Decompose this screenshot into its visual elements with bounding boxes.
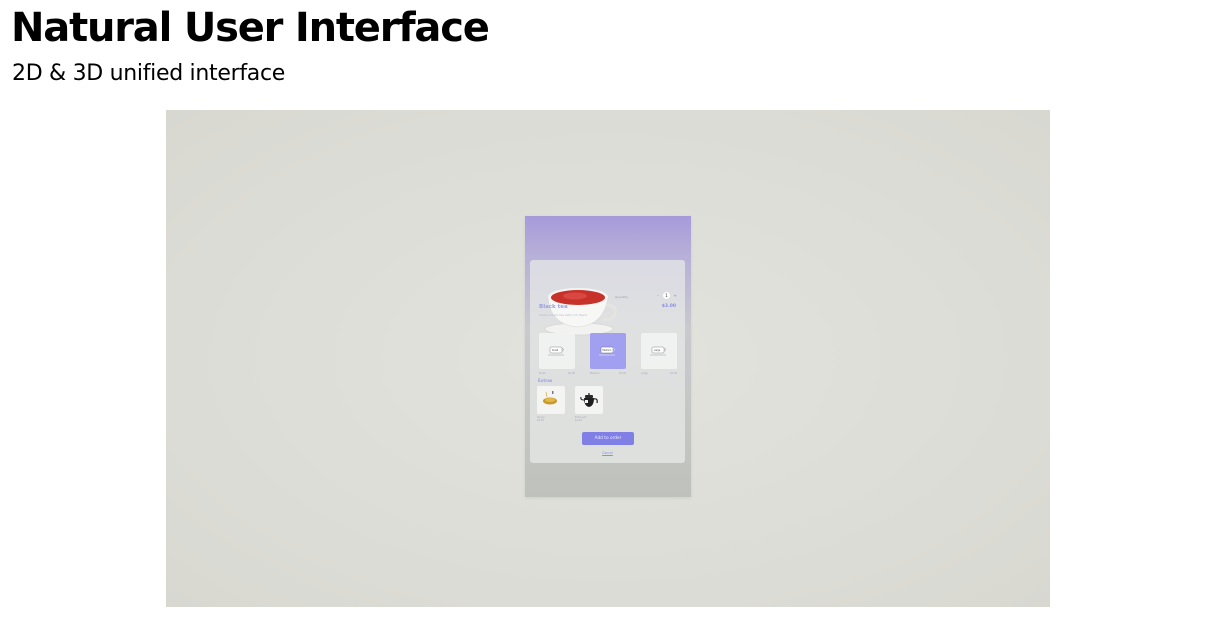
quantity-stepper: – 1 + — [655, 291, 678, 300]
size-caption-medium: Medium $0.00 — [590, 372, 626, 375]
extra-price-teapot: $1.00 — [575, 419, 582, 422]
size-price-small: $0.00 — [568, 372, 575, 375]
extra-price-honey: $0.50 — [537, 419, 544, 422]
scene-viewport: Quantity – 1 + Black tea $3.00 Classic b… — [166, 110, 1050, 607]
small-cup-icon: Small — [548, 346, 564, 356]
size-label-large: Large — [641, 372, 648, 375]
size-label-medium: Medium — [590, 372, 600, 375]
size-option-large[interactable]: Large — [641, 333, 677, 369]
item-description: Classic black tea with rich flavor — [539, 313, 588, 317]
size-option-medium[interactable]: Medium — [590, 333, 626, 369]
extra-caption-honey: Honey $0.50 — [537, 416, 545, 422]
extra-option-honey[interactable] — [537, 386, 565, 414]
large-cup-text: Large — [654, 349, 661, 352]
quantity-value: 1 — [663, 292, 670, 299]
size-price-large: $0.50 — [670, 372, 677, 375]
small-cup-text: Small — [552, 349, 558, 352]
honey-icon — [543, 391, 557, 405]
item-name: Black tea — [539, 304, 568, 310]
quantity-label: Quantity — [615, 295, 628, 299]
size-caption-small: Small $0.00 — [539, 372, 575, 375]
medium-cup-icon: Medium — [599, 346, 615, 356]
quantity-increment-button[interactable]: + — [672, 293, 678, 299]
size-caption-large: Large $0.50 — [641, 372, 677, 375]
size-options: Small Small $0.00 Medium Medium $0.00 La… — [539, 333, 678, 375]
order-card: Quantity – 1 + Black tea $3.00 Classic b… — [530, 260, 685, 463]
add-to-order-button[interactable]: Add to order — [582, 432, 634, 445]
size-option-small[interactable]: Small — [539, 333, 575, 369]
extras-heading: Extras — [538, 378, 553, 383]
large-cup-icon: Large — [650, 346, 666, 356]
page-title: Natural User Interface — [11, 5, 490, 51]
extra-option-teapot[interactable] — [575, 386, 603, 414]
quantity-decrement-button[interactable]: – — [655, 293, 661, 299]
page-subtitle: 2D & 3D unified interface — [12, 61, 285, 86]
cancel-link[interactable]: Cancel — [530, 451, 685, 455]
size-price-medium: $0.00 — [619, 372, 626, 375]
extra-caption-teapot: Extra pot $1.00 — [575, 416, 586, 422]
order-panel: Quantity – 1 + Black tea $3.00 Classic b… — [525, 216, 691, 497]
teapot-icon — [580, 393, 598, 407]
item-price: $3.00 — [661, 304, 676, 309]
size-label-small: Small — [539, 372, 546, 375]
medium-cup-text: Medium — [603, 349, 612, 352]
